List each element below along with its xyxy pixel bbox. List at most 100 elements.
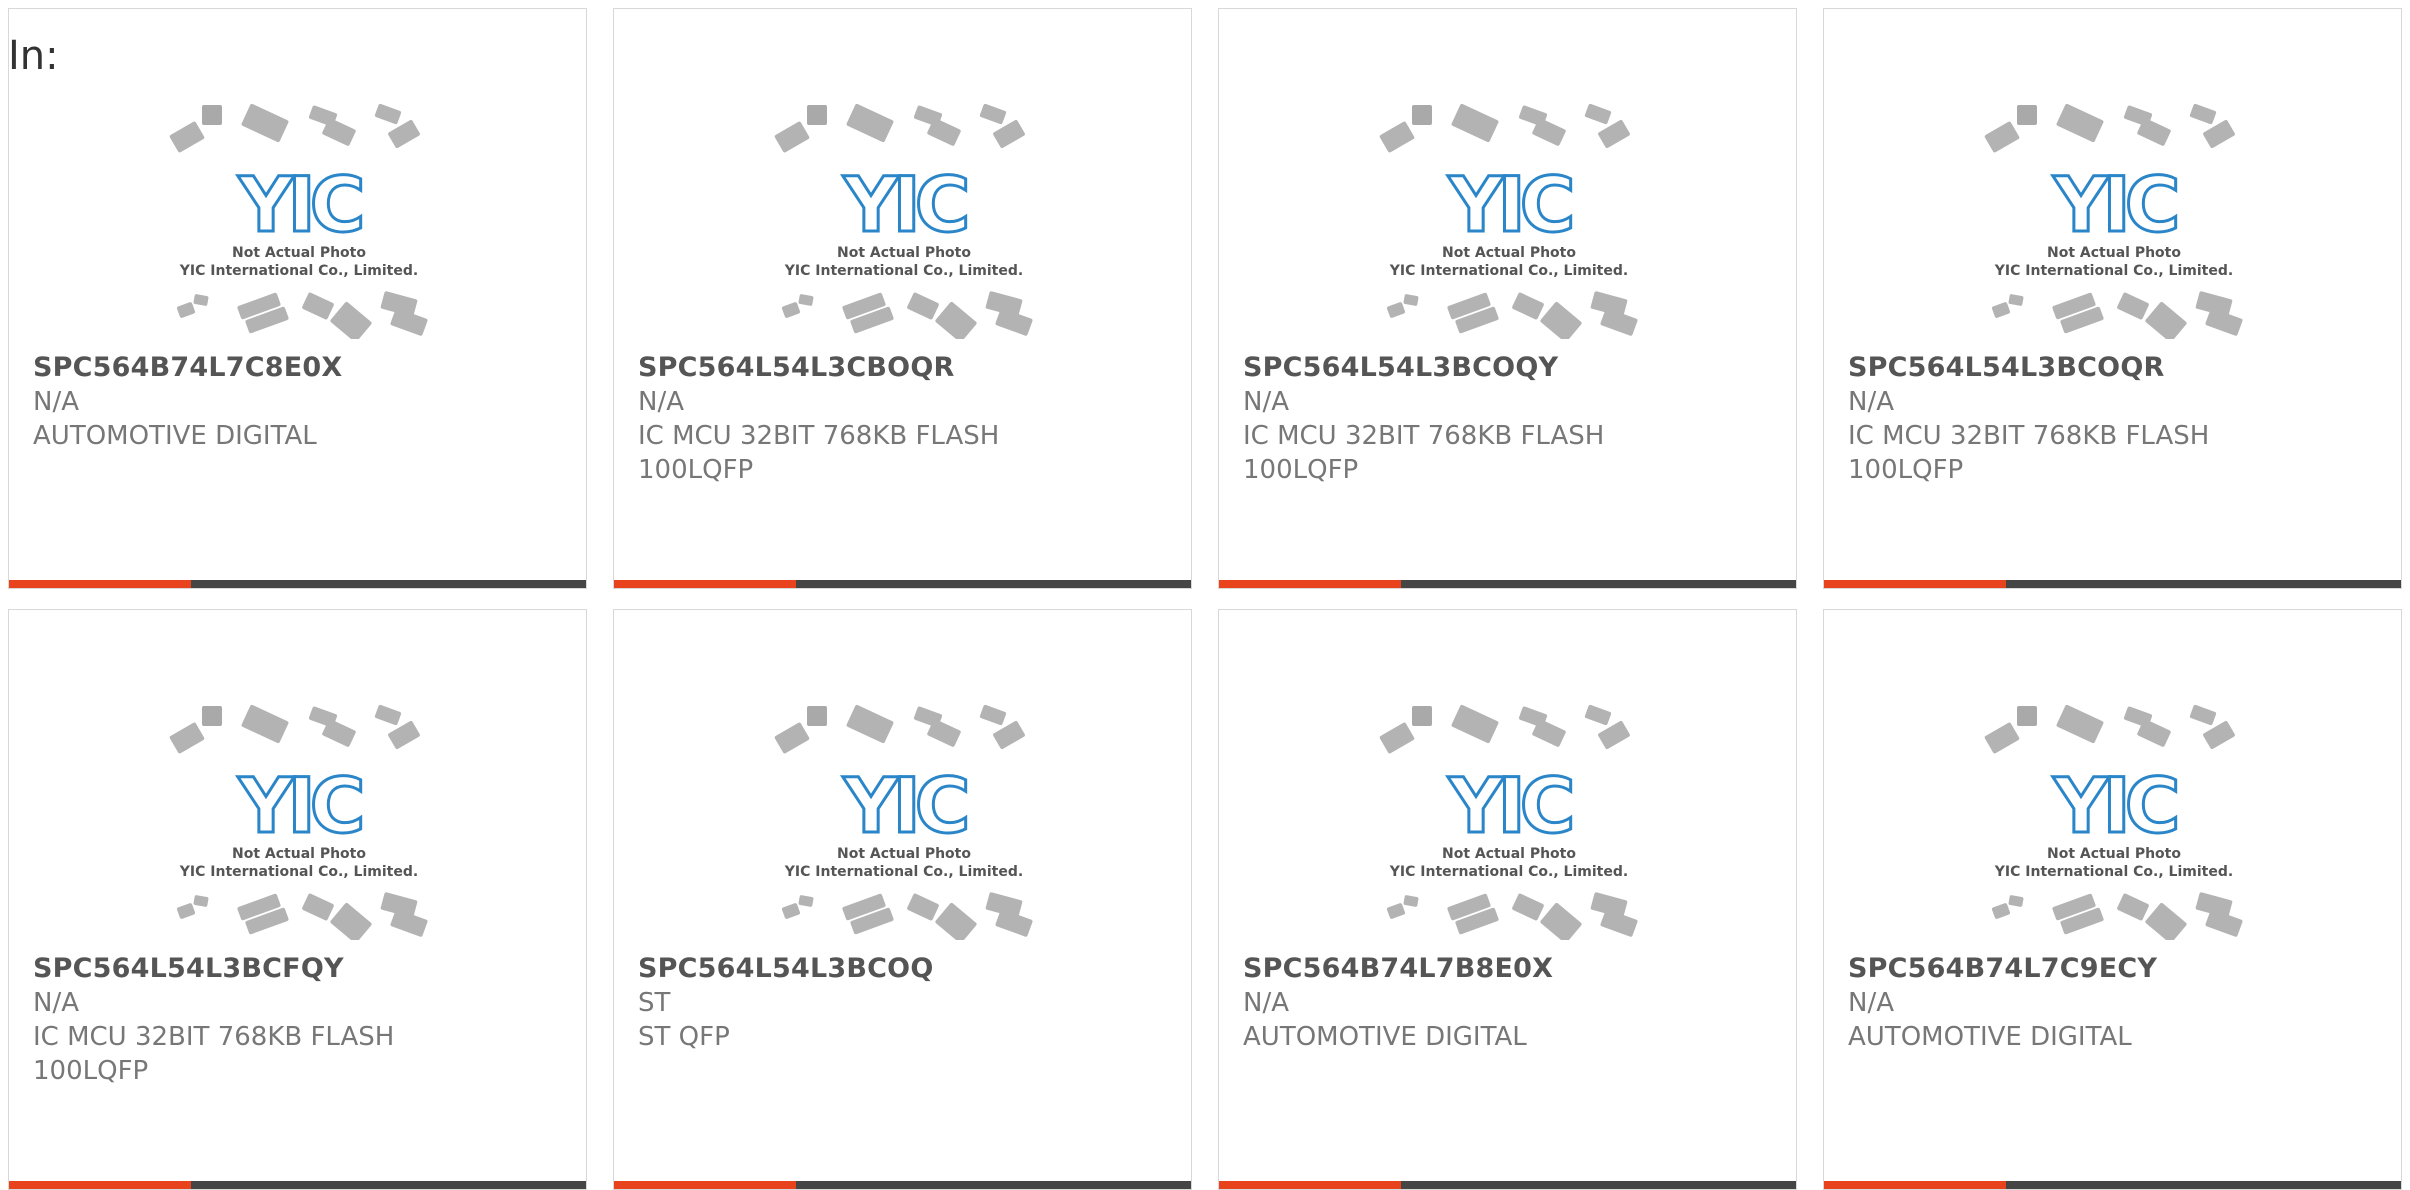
product-part-number[interactable]: SPC564L54L3BCFQY (33, 952, 566, 986)
product-image[interactable]: YIC Not Actual Photo YIC International Co.… (1979, 99, 2249, 339)
chip-shape (1403, 294, 1419, 306)
chip-shape (798, 895, 814, 907)
product-part-number[interactable]: SPC564B74L7C8E0X (33, 351, 566, 385)
chip-shape (993, 720, 1025, 750)
product-manufacturer: N/A (1243, 387, 1289, 417)
company-caption: YIC International Co., Limited. (1994, 864, 2233, 880)
product-manufacturer: N/A (33, 387, 79, 417)
chip-shape (774, 121, 810, 153)
chip-shape (202, 706, 222, 726)
chip-shape (979, 103, 1007, 125)
chip-shape (1598, 119, 1630, 149)
product-card[interactable]: YIC Not Actual Photo YIC International Co.… (1218, 8, 1797, 589)
chip-shape (1412, 105, 1432, 125)
chip-shape (176, 903, 196, 919)
not-actual-photo-caption: Not Actual Photo (2047, 245, 2181, 261)
chip-shape (1991, 302, 2011, 318)
product-description-line2: 100LQFP (638, 455, 754, 485)
product-card[interactable]: YIC Not Actual Photo YIC International Co.… (1823, 609, 2402, 1190)
chip-shape (2117, 893, 2149, 921)
product-card[interactable]: YIC Not Actual Photo YIC International Co.… (613, 8, 1192, 589)
product-card[interactable]: YIC Not Actual Photo YIC International Co.… (1218, 609, 1797, 1190)
yic-logo: YIC (2052, 761, 2175, 850)
chip-shape (2056, 704, 2104, 744)
chip-shape (1991, 903, 2011, 919)
product-part-number[interactable]: SPC564L54L3BCOQ (638, 952, 1171, 986)
not-actual-photo-caption: Not Actual Photo (232, 846, 366, 862)
product-card[interactable]: YIC Not Actual Photo YIC International Co.… (8, 8, 587, 589)
chip-shape (1386, 302, 1406, 318)
not-actual-photo-icon: YICNot Actual Photo YIC International Co.… (1379, 704, 1638, 940)
company-caption: YIC International Co., Limited. (179, 263, 418, 279)
product-manufacturer: N/A (1848, 387, 1894, 417)
product-part-number[interactable]: SPC564L54L3CBOQR (638, 351, 1171, 385)
chip-shape (1379, 121, 1415, 153)
product-image[interactable]: YIC Not Actual Photo YIC International Co.… (1979, 700, 2249, 940)
not-actual-photo-icon: YICNot Actual Photo YIC International Co.… (1984, 704, 2243, 940)
chip-shape (374, 103, 402, 125)
not-actual-photo-caption: Not Actual Photo (837, 846, 971, 862)
company-caption: YIC International Co., Limited. (1389, 263, 1628, 279)
product-description: IC MCU 32BIT 768KB FLASH (1848, 421, 2210, 451)
product-image[interactable]: YIC Not Actual Photo YIC International Co.… (164, 99, 434, 339)
product-card[interactable]: YIC Not Actual Photo YIC International Co.… (613, 609, 1192, 1190)
card-bar-accent (1824, 1181, 2006, 1189)
card-bottom-bar (1219, 580, 1796, 588)
card-bottom-bar (1219, 1181, 1796, 1189)
card-bottom-bar (9, 1181, 586, 1189)
chip-shape (176, 302, 196, 318)
product-image[interactable]: YIC Not Actual Photo YIC International Co.… (769, 99, 1039, 339)
chip-shape (1984, 722, 2020, 754)
not-actual-photo-caption: Not Actual Photo (1442, 846, 1576, 862)
yic-logo: YIC (237, 160, 360, 249)
not-actual-photo-caption: Not Actual Photo (232, 245, 366, 261)
product-image[interactable]: YIC Not Actual Photo YIC International Co.… (164, 700, 434, 940)
not-actual-photo-caption: Not Actual Photo (837, 245, 971, 261)
chip-shape (193, 895, 209, 907)
product-card[interactable]: YIC Not Actual Photo YIC International Co.… (1823, 8, 2402, 589)
product-part-number[interactable]: SPC564L54L3BCOQR (1848, 351, 2381, 385)
product-card[interactable]: YIC Not Actual Photo YIC International Co.… (8, 609, 587, 1190)
card-bar-accent (614, 580, 796, 588)
chip-shape (169, 121, 205, 153)
product-description: IC MCU 32BIT 768KB FLASH (1243, 421, 1605, 451)
product-description-line2: 100LQFP (33, 1056, 149, 1086)
card-bar-accent (1219, 580, 1401, 588)
chip-shape (374, 704, 402, 726)
chip-shape (241, 103, 289, 143)
product-description: IC MCU 32BIT 768KB FLASH (33, 1022, 395, 1052)
product-description: IC MCU 32BIT 768KB FLASH (638, 421, 1000, 451)
product-manufacturer: N/A (33, 988, 79, 1018)
product-description: AUTOMOTIVE DIGITAL (1243, 1022, 1527, 1052)
yic-logo: YIC (842, 160, 965, 249)
chip-shape (302, 893, 334, 921)
chip-shape (388, 119, 420, 149)
chip-shape (388, 720, 420, 750)
product-part-number[interactable]: SPC564B74L7C9ECY (1848, 952, 2381, 986)
not-actual-photo-icon: YICNot Actual Photo YIC International Co.… (1984, 103, 2243, 339)
not-actual-photo-icon: YICNot Actual Photo YIC International Co.… (169, 704, 428, 940)
chip-shape (2008, 895, 2024, 907)
chip-shape (774, 722, 810, 754)
chip-shape (1540, 301, 1582, 339)
chip-shape (1451, 704, 1499, 744)
product-image[interactable]: YIC Not Actual Photo YIC International Co.… (769, 700, 1039, 940)
product-part-number[interactable]: SPC564L54L3BCOQY (1243, 351, 1776, 385)
not-actual-photo-caption: Not Actual Photo (2047, 846, 2181, 862)
card-bottom-bar (1824, 1181, 2401, 1189)
product-part-number[interactable]: SPC564B74L7B8E0X (1243, 952, 1776, 986)
card-bottom-bar (1824, 580, 2401, 588)
product-description-line2: 100LQFP (1848, 455, 1964, 485)
chip-shape (1584, 103, 1612, 125)
product-image[interactable]: YIC Not Actual Photo YIC International Co.… (1374, 700, 1644, 940)
product-manufacturer: N/A (1848, 988, 1894, 1018)
product-image[interactable]: YIC Not Actual Photo YIC International Co.… (1374, 99, 1644, 339)
not-actual-photo-caption: Not Actual Photo (1442, 245, 1576, 261)
chip-shape (1386, 903, 1406, 919)
chip-shape (1451, 103, 1499, 143)
chip-shape (993, 119, 1025, 149)
card-bar-accent (1219, 1181, 1401, 1189)
chip-shape (302, 292, 334, 320)
yic-logo: YIC (842, 761, 965, 850)
product-manufacturer: ST (638, 988, 671, 1018)
